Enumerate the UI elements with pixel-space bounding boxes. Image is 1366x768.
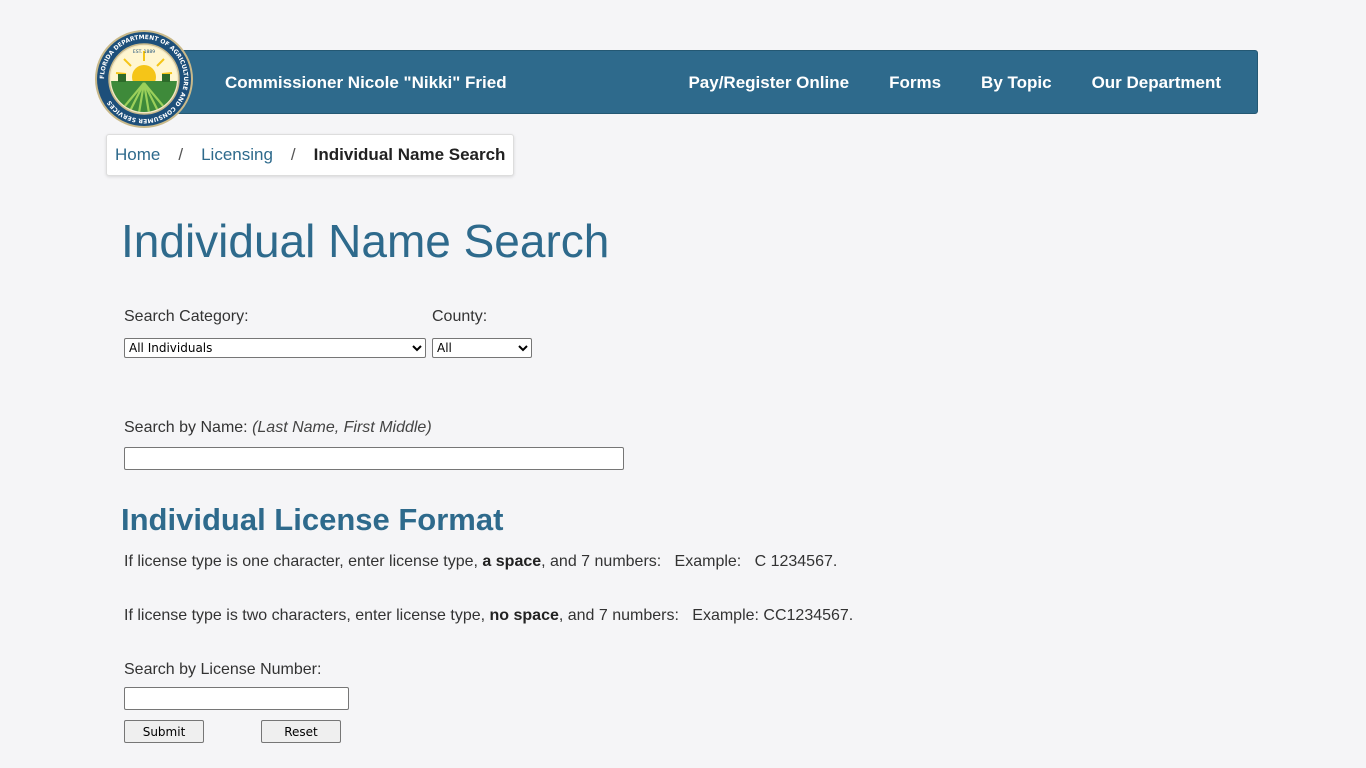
search-by-name-label-text: Search by Name: — [124, 419, 248, 436]
line-two-bold: no space — [489, 607, 559, 624]
license-format-line-one: If license type is one character, enter … — [124, 553, 837, 571]
line-one-pre: If license type is one character, enter … — [124, 553, 483, 570]
search-category-select[interactable]: All Individuals — [124, 338, 426, 358]
submit-button[interactable]: Submit — [124, 720, 204, 743]
nav-our-department[interactable]: Our Department — [1092, 73, 1221, 93]
search-name-input[interactable] — [124, 447, 624, 470]
county-label: County: — [432, 308, 488, 325]
page-title: Individual Name Search — [121, 215, 610, 267]
line-one-bold: a space — [482, 553, 542, 570]
breadcrumb-licensing[interactable]: Licensing — [201, 145, 273, 165]
search-category-label: Search Category: — [124, 308, 249, 325]
search-by-name-hint: (Last Name, First Middle) — [252, 419, 432, 436]
site-header: Commissioner Nicole "Nikki" Fried Pay/Re… — [176, 50, 1258, 114]
breadcrumb-current: Individual Name Search — [313, 145, 506, 164]
seal-est-text: EST. 1889 — [133, 49, 155, 55]
nav-forms[interactable]: Forms — [889, 73, 941, 93]
main-nav: Pay/Register Online Forms By Topic Our D… — [688, 73, 1221, 93]
breadcrumb-separator: / — [178, 145, 184, 164]
license-number-label: Search by License Number: — [124, 661, 322, 678]
breadcrumb-separator: / — [290, 145, 296, 164]
search-by-name-label: Search by Name: (Last Name, First Middle… — [124, 419, 432, 437]
license-format-title: Individual License Format — [121, 502, 504, 537]
header-title[interactable]: Commissioner Nicole "Nikki" Fried — [225, 73, 507, 93]
license-number-input[interactable] — [124, 687, 349, 710]
nav-pay-register-online[interactable]: Pay/Register Online — [688, 73, 849, 93]
line-two-post: , and 7 numbers: Example: CC1234567. — [558, 607, 854, 624]
reset-button[interactable]: Reset — [261, 720, 341, 743]
license-format-line-two: If license type is two characters, enter… — [124, 607, 853, 625]
line-one-post: , and 7 numbers: Example: C 1234567. — [541, 553, 838, 570]
nav-by-topic[interactable]: By Topic — [981, 73, 1052, 93]
fdacs-seal-icon[interactable]: FLORIDA DEPARTMENT OF AGRICULTURE AND CO… — [94, 29, 194, 129]
breadcrumb-home[interactable]: Home — [115, 145, 160, 165]
breadcrumb: Home / Licensing / Individual Name Searc… — [106, 134, 515, 176]
line-two-pre: If license type is two characters, enter… — [124, 607, 490, 624]
county-select[interactable]: All — [432, 338, 532, 358]
